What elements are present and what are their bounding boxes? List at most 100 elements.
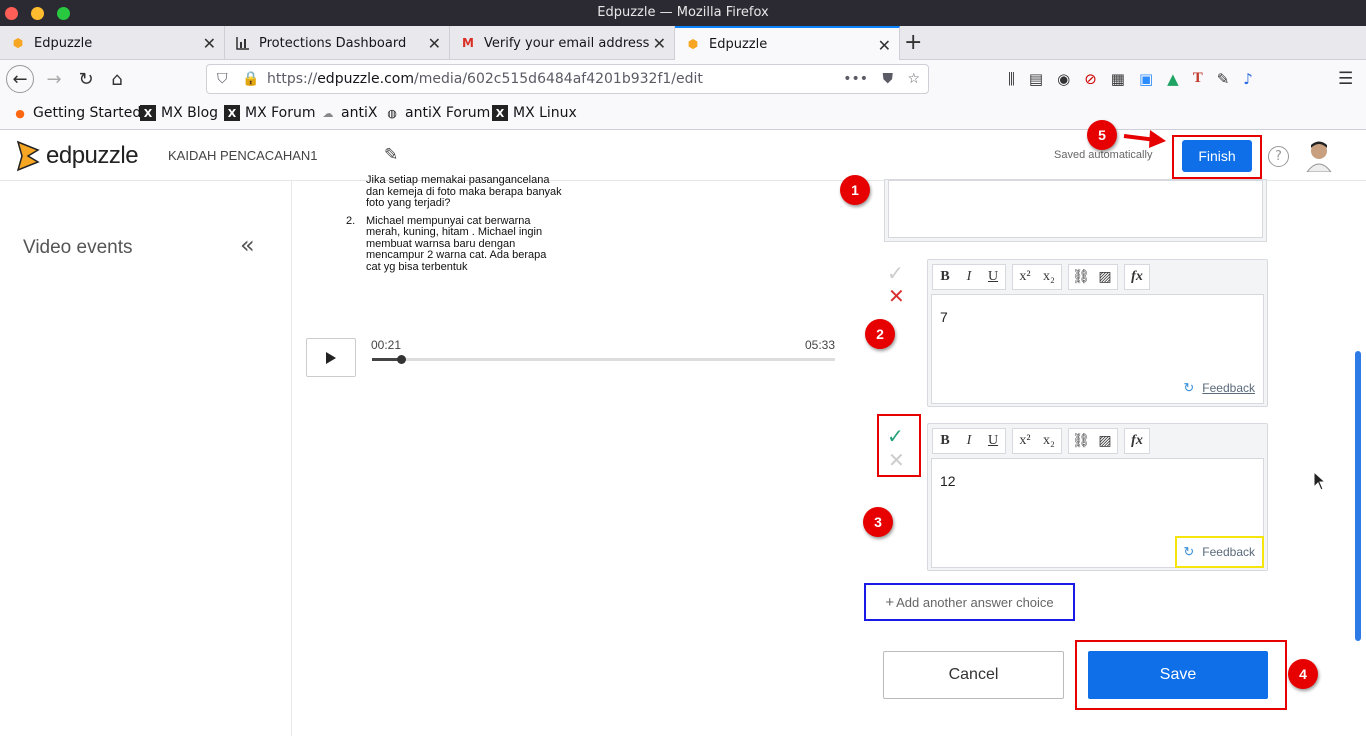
underline-button[interactable]: U	[981, 429, 1005, 453]
edit-pencil-icon[interactable]: ✎	[384, 145, 398, 165]
new-tab-button[interactable]: +	[904, 30, 922, 55]
close-icon[interactable]: ✕	[203, 34, 216, 53]
add-answer-choice-button[interactable]: + Add another answer choice	[864, 583, 1075, 621]
avatar[interactable]	[1305, 140, 1333, 173]
forward-button[interactable]: →	[40, 65, 68, 93]
formula-button[interactable]: fx	[1125, 265, 1149, 289]
bold-button[interactable]: B	[933, 429, 957, 453]
bookmark-star-icon[interactable]: ☆	[907, 65, 920, 93]
tab-label: Edpuzzle	[709, 36, 768, 52]
toolbar-extensions: ⫼ ▤ ◉ ⊘ ▦ ▣ ▲ T ✎ ♪	[1008, 70, 1253, 88]
navigation-bar: ← → ↻ ⌂ ⛉ 🔒 https://edpuzzle.com/media/6…	[0, 60, 1366, 98]
bookmark-antix-forum[interactable]: ◍ antiX Forum	[384, 105, 490, 121]
gmail-icon: M	[462, 36, 474, 50]
collapse-sidebar-icon[interactable]: «	[240, 231, 255, 259]
edpuzzle-logo[interactable]: edpuzzle	[14, 140, 139, 172]
plus-icon: +	[885, 593, 895, 611]
bookmark-label: MX Blog	[161, 105, 219, 121]
tab-edpuzzle-1[interactable]: ⬢ Edpuzzle ✕	[0, 26, 225, 60]
close-icon[interactable]: ✕	[878, 36, 891, 55]
tab-label: Verify your email address	[484, 35, 649, 51]
italic-button[interactable]: I	[957, 265, 981, 289]
slide-line: mencampur 2 warna cat. Ada berapa	[366, 249, 547, 261]
current-time: 00:21	[371, 338, 402, 352]
video-title: KAIDAH PENCACAHAN1	[168, 148, 318, 163]
play-button[interactable]	[306, 338, 356, 377]
progress-handle[interactable]	[397, 355, 406, 364]
shield-icon[interactable]: ⛉	[217, 65, 228, 93]
tab-edpuzzle-active[interactable]: ⬢ Edpuzzle ✕	[675, 26, 900, 60]
close-icon[interactable]: ✕	[428, 34, 441, 53]
home-button[interactable]: ⌂	[103, 65, 131, 93]
answer-text: 12	[940, 473, 956, 489]
superscript-button[interactable]: x²	[1013, 429, 1037, 453]
subscript-button[interactable]: x₂	[1037, 265, 1061, 289]
bookmark-mx-blog[interactable]: X MX Blog	[140, 105, 218, 121]
tab-verify-email[interactable]: M Verify your email address ✕	[450, 26, 675, 60]
close-icon[interactable]: ✕	[653, 34, 666, 53]
subscript-button[interactable]: x₂	[1037, 429, 1061, 453]
mark-wrong-icon[interactable]: ✕	[888, 448, 905, 472]
help-icon[interactable]: ?	[1268, 146, 1289, 167]
reload-button[interactable]: ↻	[72, 65, 100, 93]
zoom-extension-icon[interactable]: ▣	[1139, 70, 1153, 88]
formula-button[interactable]: fx	[1125, 429, 1149, 453]
mx-icon: X	[492, 105, 508, 121]
pocket-icon[interactable]: ⛊	[883, 65, 894, 93]
url-bar[interactable]: ⛉ 🔒 https://edpuzzle.com/media/602c515d6…	[206, 64, 929, 94]
image-icon[interactable]: ▨	[1093, 429, 1117, 453]
minimize-window-button[interactable]	[31, 7, 44, 20]
image-icon[interactable]: ▨	[1093, 265, 1117, 289]
bookmark-getting-started[interactable]: ● Getting Started	[12, 105, 141, 121]
url-prefix: https://	[267, 71, 318, 87]
maximize-window-button[interactable]	[57, 7, 70, 20]
antix-icon: ☁	[322, 106, 334, 120]
close-window-button[interactable]	[5, 7, 18, 20]
bookmark-mx-forum[interactable]: X MX Forum	[224, 105, 316, 121]
tab-label: Protections Dashboard	[259, 35, 407, 51]
refresh-icon: ↻	[1183, 380, 1195, 395]
bold-button[interactable]: B	[933, 265, 957, 289]
more-actions-icon[interactable]: •••	[843, 65, 868, 93]
grid-extension-icon[interactable]: ▦	[1111, 70, 1125, 88]
annotation-marker-2: 2	[865, 319, 895, 349]
superscript-button[interactable]: x²	[1013, 265, 1037, 289]
scrollbar-thumb[interactable]	[1355, 351, 1361, 641]
mark-wrong-icon[interactable]: ✕	[888, 284, 905, 308]
bookmark-antix[interactable]: ☁ antiX	[320, 105, 378, 121]
feedback-highlight-box	[1175, 536, 1264, 568]
text-extension-icon[interactable]: T	[1193, 70, 1203, 88]
link-icon[interactable]: ⛓	[1069, 429, 1093, 453]
lock-icon[interactable]: 🔒	[242, 65, 259, 93]
library-icon[interactable]: ⫼	[1008, 70, 1015, 88]
annotation-marker-3: 3	[863, 507, 893, 537]
music-extension-icon[interactable]: ♪	[1243, 70, 1253, 88]
insert-group: ⛓ ▨	[1068, 428, 1118, 454]
mark-correct-icon[interactable]: ✓	[887, 424, 904, 448]
account-icon[interactable]: ◉	[1057, 70, 1070, 88]
underline-button[interactable]: U	[981, 265, 1005, 289]
cancel-button[interactable]: Cancel	[883, 651, 1064, 699]
italic-button[interactable]: I	[957, 429, 981, 453]
feedback-link[interactable]: ↻ Feedback	[1183, 380, 1255, 396]
drive-extension-icon[interactable]: ▲	[1167, 70, 1179, 88]
mark-correct-icon[interactable]: ✓	[887, 261, 904, 285]
sidebar-icon[interactable]: ▤	[1029, 70, 1043, 88]
formula-group: fx	[1124, 264, 1150, 290]
tab-protections-dashboard[interactable]: Protections Dashboard ✕	[225, 26, 450, 60]
sidebar: Video events «	[0, 181, 292, 736]
bookmark-mx-linux[interactable]: X MX Linux	[492, 105, 577, 121]
window-titlebar: Edpuzzle — Mozilla Firefox	[0, 0, 1366, 26]
question-editor	[884, 179, 1267, 242]
back-button[interactable]: ←	[6, 65, 34, 93]
mouse-cursor-icon	[1313, 471, 1327, 491]
edpuzzle-logo-icon	[16, 140, 40, 172]
menu-icon[interactable]: ☰	[1338, 69, 1353, 89]
tool-extension-icon[interactable]: ✎	[1217, 70, 1230, 88]
link-icon[interactable]: ⛓	[1069, 265, 1093, 289]
progress-track[interactable]	[372, 355, 835, 364]
bookmark-label: antiX Forum	[405, 105, 491, 121]
question-text-area[interactable]	[888, 180, 1263, 238]
blocker-extension-icon[interactable]: ⊘	[1084, 70, 1097, 88]
annotation-marker-4: 4	[1288, 659, 1318, 689]
